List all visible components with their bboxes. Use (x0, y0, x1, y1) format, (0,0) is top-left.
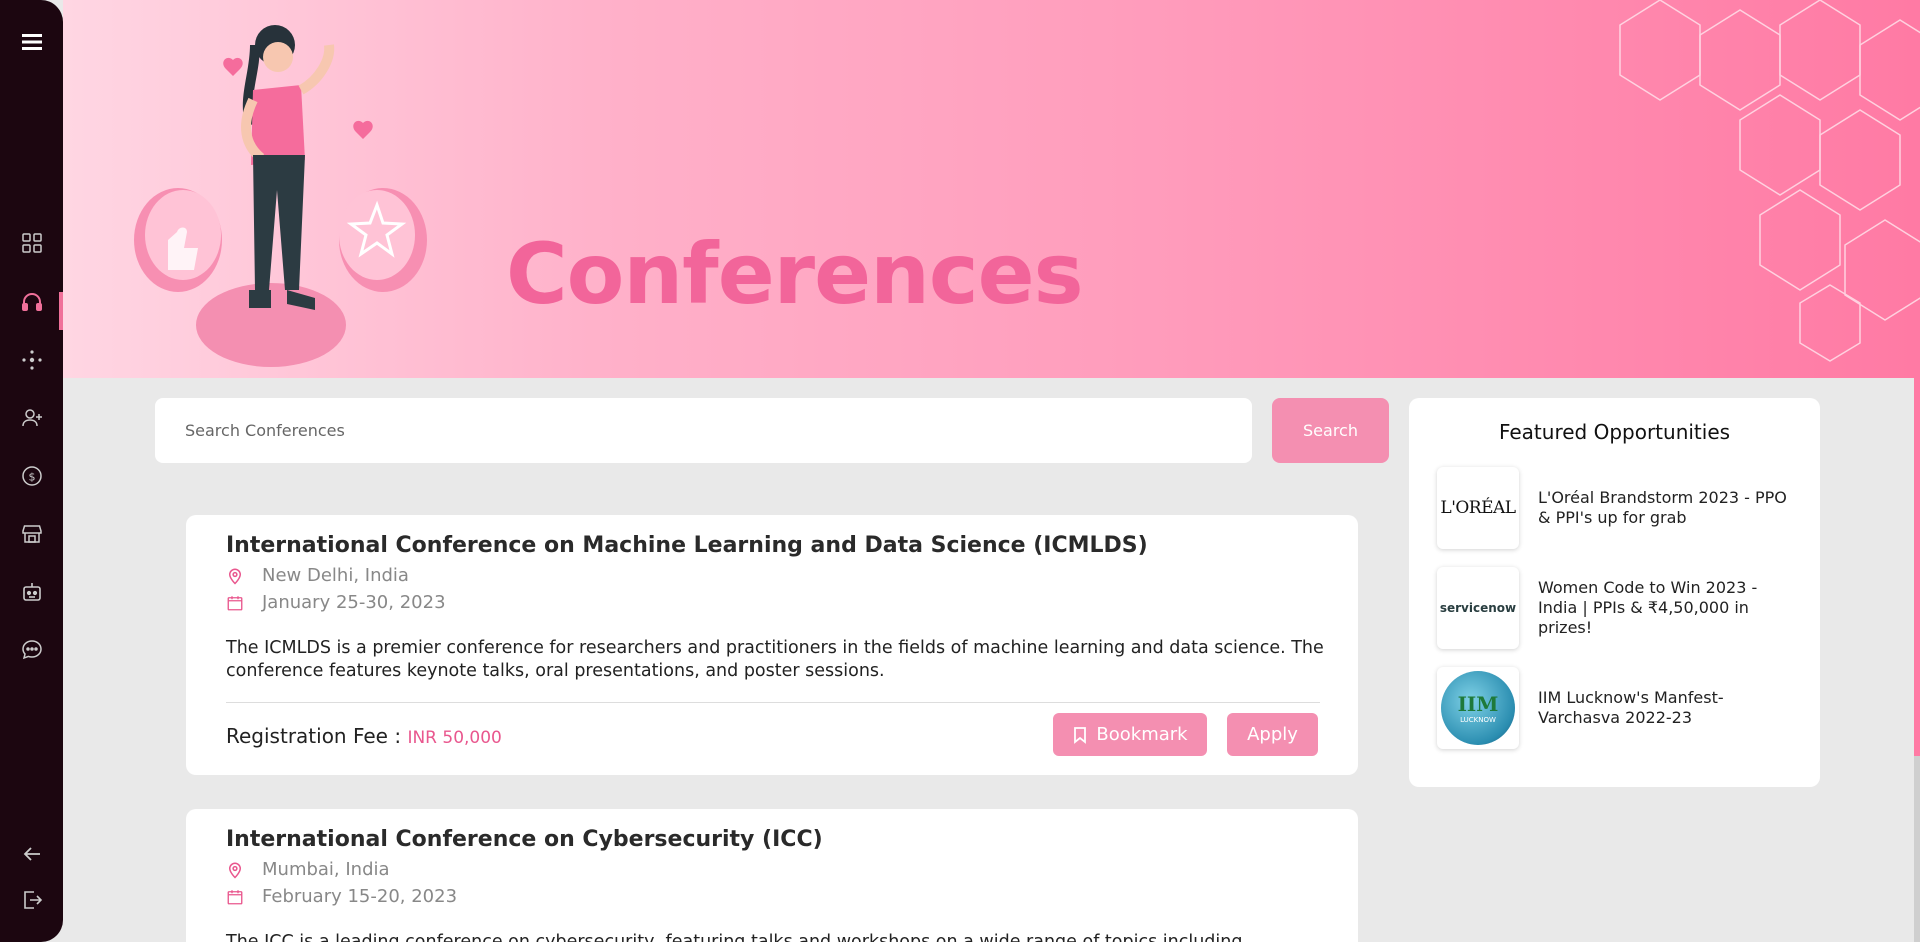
search-input[interactable] (155, 398, 1252, 463)
featured-item[interactable]: L'ORÉAL L'Oréal Brandstorm 2023 - PPO & … (1437, 467, 1807, 549)
featured-opportunities: Featured Opportunities L'ORÉAL L'Oréal B… (1409, 398, 1820, 787)
search-button[interactable]: Search (1272, 398, 1389, 463)
conference-location: Mumbai, India (226, 859, 390, 880)
fee-amount: INR 50,000 (407, 728, 502, 748)
headset-icon[interactable] (0, 282, 63, 330)
bookmark-label: Bookmark (1096, 724, 1188, 745)
scrollbar-thumb[interactable] (1914, 378, 1920, 756)
conference-title: International Conference on Cybersecurit… (226, 827, 823, 852)
bookmark-icon (1074, 726, 1087, 744)
apply-button[interactable]: Apply (1227, 713, 1318, 756)
dashboard-icon[interactable] (0, 223, 63, 263)
bot-icon[interactable] (0, 572, 63, 612)
conference-location: New Delhi, India (226, 565, 409, 586)
location-pin-icon (228, 568, 242, 585)
money-icon[interactable]: $ (0, 456, 63, 496)
location-text: Mumbai, India (262, 859, 390, 880)
featured-item-text: IIM Lucknow's Manfest-Varchasva 2022-23 (1538, 688, 1724, 727)
featured-item[interactable]: IIM LUCKNOW IIM Lucknow's Manfest-Varcha… (1437, 667, 1807, 749)
calendar-icon (227, 595, 243, 610)
bookmark-button[interactable]: Bookmark (1053, 713, 1207, 756)
featured-item[interactable]: servicenow Women Code to Win 2023 - Indi… (1437, 567, 1807, 649)
store-icon[interactable] (0, 514, 63, 554)
featured-title: Featured Opportunities (1498, 420, 1731, 444)
active-indicator (59, 292, 63, 330)
featured-item-text: Women Code to Win 2023 - India | PPIs & … (1538, 578, 1758, 637)
iim-lucknow-logo: IIM LUCKNOW (1437, 667, 1519, 749)
hexagon-pattern (1619, 0, 1920, 362)
scrollbar[interactable] (1914, 378, 1920, 942)
conference-dates: February 15-20, 2023 (226, 886, 457, 907)
svg-text:$: $ (28, 471, 35, 484)
loreal-logo: L'ORÉAL (1437, 467, 1519, 549)
conference-card: International Conference on Machine Lear… (186, 515, 1358, 775)
registration-fee: Registration Fee : INR 50,000 (226, 724, 502, 748)
featured-item-text: L'Oréal Brandstorm 2023 - PPO & PPI's up… (1538, 488, 1787, 527)
location-text: New Delhi, India (262, 565, 409, 586)
divider (226, 702, 1320, 703)
location-pin-icon (228, 862, 242, 879)
dates-text: February 15-20, 2023 (262, 886, 458, 907)
sidebar: $ (0, 0, 63, 942)
page-title: Conferences (506, 225, 1084, 323)
banner-illustration (134, 25, 427, 367)
conference-title: International Conference on Machine Lear… (226, 533, 1148, 558)
servicenow-logo: servicenow (1437, 567, 1519, 649)
banner: Conferences (63, 0, 1920, 378)
back-arrow-icon[interactable] (0, 834, 63, 874)
dates-text: January 25-30, 2023 (262, 592, 446, 613)
conference-description: The ICMLDS is a premier conference for r… (226, 638, 1324, 681)
chat-icon[interactable] (0, 630, 63, 670)
logout-icon[interactable] (0, 880, 63, 920)
fee-label: Registration Fee : (226, 724, 402, 748)
calendar-icon (227, 889, 243, 904)
conference-dates: January 25-30, 2023 (226, 592, 446, 613)
add-user-icon[interactable] (0, 398, 63, 438)
network-icon[interactable] (0, 340, 63, 380)
conference-card: International Conference on Cybersecurit… (186, 809, 1358, 942)
menu-icon[interactable] (0, 22, 63, 62)
conference-description: The ICC is a leading conference on cyber… (226, 932, 1243, 942)
